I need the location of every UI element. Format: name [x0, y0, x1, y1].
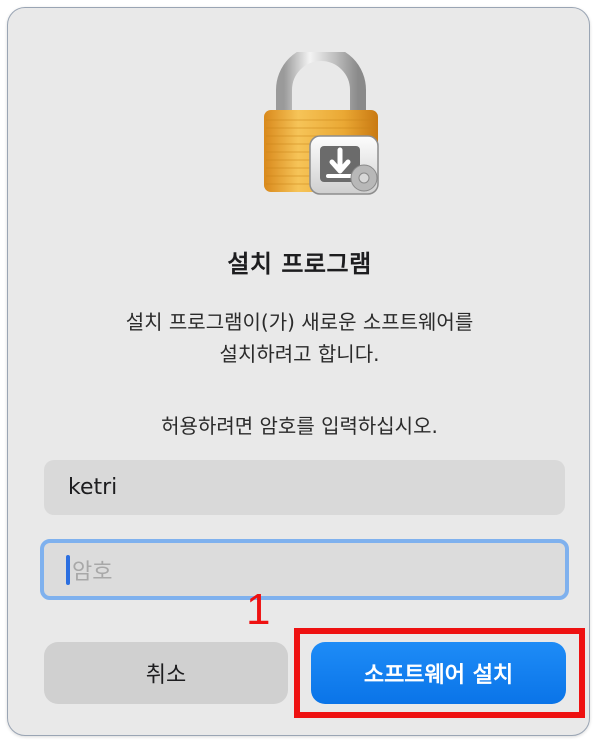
- step-number-annotation: 1: [246, 585, 271, 634]
- dialog-title: 설치 프로그램: [227, 250, 372, 278]
- password-prompt: 허용하려면 암호를 입력하십시오.: [161, 414, 438, 438]
- dialog-message-line-1: 설치 프로그램이(가) 새로운 소프트웨어를: [125, 310, 474, 334]
- username-value: ketri: [68, 475, 118, 500]
- password-placeholder: 암호: [72, 559, 113, 585]
- text-cursor: [66, 554, 70, 585]
- dialog-message-line-2: 설치하려고 합니다.: [219, 342, 380, 366]
- password-field[interactable]: 암호: [40, 539, 569, 600]
- cancel-button[interactable]: 취소: [44, 642, 288, 704]
- highlight-annotation-box: [294, 628, 585, 718]
- username-field[interactable]: ketri: [44, 460, 565, 515]
- lock-icon: [264, 52, 379, 195]
- dialog-message: 설치 프로그램이(가) 새로운 소프트웨어를 설치하려고 합니다.: [0, 306, 599, 370]
